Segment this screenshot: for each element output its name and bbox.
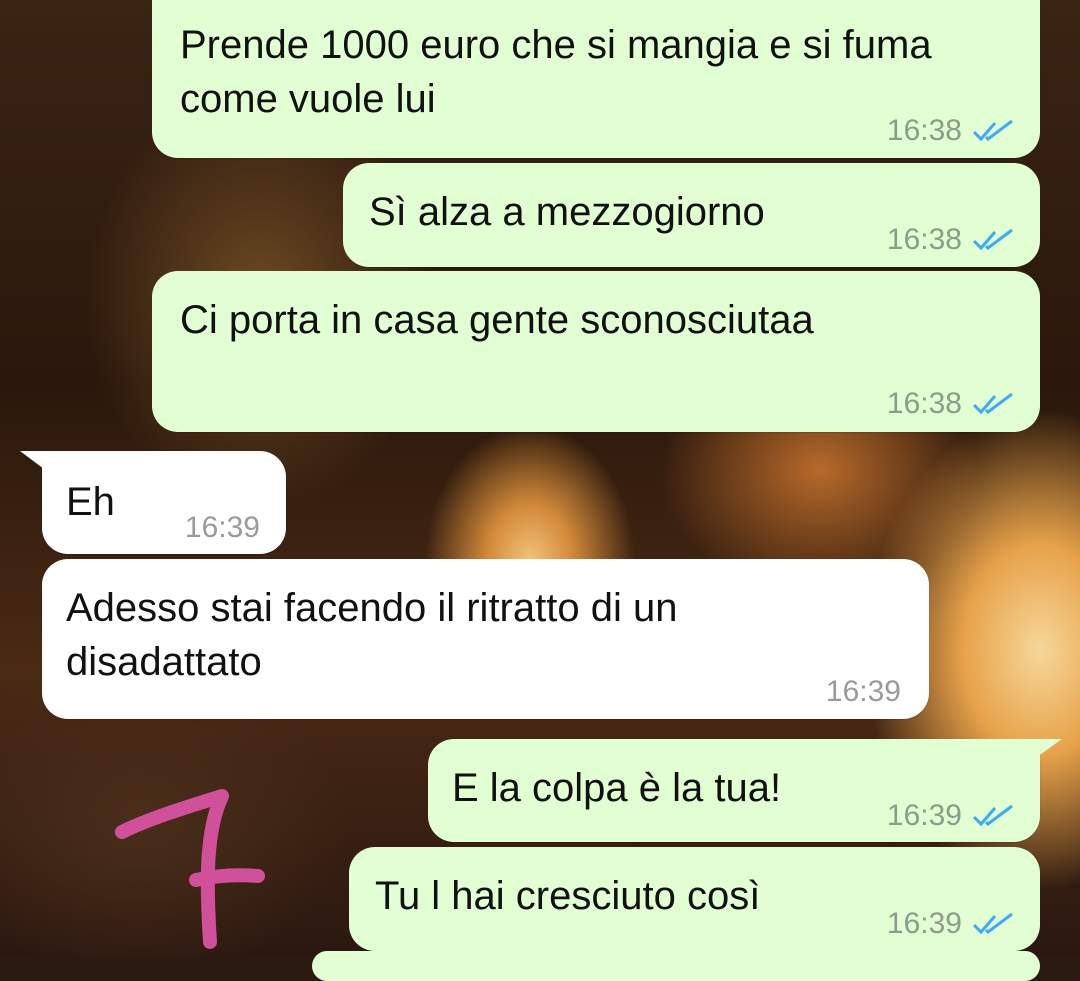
message-bubble-outgoing[interactable]: Sì alza a mezzogiorno 16:38 (343, 163, 1040, 267)
message-meta: 16:39 (185, 501, 260, 555)
double-check-icon (972, 392, 1013, 415)
message-text: Eh (66, 480, 115, 524)
message-text: Prende 1000 euro che si mangia e si fuma… (180, 23, 932, 121)
message-bubble-outgoing-partial (312, 951, 1040, 981)
message-meta: 16:38 (887, 104, 1016, 158)
message-bubble-outgoing[interactable]: Prende 1000 euro che si mangia e si fuma… (152, 0, 1040, 158)
message-bubble-incoming[interactable]: Eh 16:39 (42, 451, 286, 554)
message-time: 16:38 (886, 223, 962, 256)
message-text: Sì alza a mezzogiorno (369, 190, 765, 234)
double-check-icon (972, 119, 1013, 142)
handwritten-annotation-seven (115, 789, 265, 949)
message-bubble-incoming[interactable]: Adesso stai facendo il ritratto di un di… (42, 559, 929, 719)
message-text: Tu l hai cresciuto così (375, 874, 761, 918)
message-meta: 16:39 (887, 897, 1016, 951)
message-text: Adesso stai facendo il ritratto di un di… (66, 586, 678, 684)
message-meta: 16:38 (887, 213, 1016, 267)
message-time: 16:39 (886, 907, 962, 940)
message-meta: 16:39 (826, 665, 901, 719)
message-time: 16:38 (886, 114, 962, 147)
message-bubble-outgoing[interactable]: Tu l hai cresciuto così 16:39 (349, 847, 1040, 951)
message-time: 16:39 (886, 799, 962, 832)
message-meta: 16:38 (887, 377, 1016, 431)
message-time: 16:38 (886, 387, 962, 420)
double-check-icon (972, 912, 1013, 935)
message-bubble-outgoing[interactable]: E la colpa è la tua! 16:39 (428, 739, 1040, 842)
message-meta: 16:39 (887, 789, 1016, 843)
message-time: 16:39 (825, 675, 901, 708)
message-time: 16:39 (184, 511, 260, 544)
double-check-icon (972, 804, 1013, 827)
message-text: E la colpa è la tua! (452, 766, 782, 810)
message-bubble-outgoing[interactable]: Ci porta in casa gente sconosciutaa 16:3… (152, 271, 1040, 432)
message-text: Ci porta in casa gente sconosciutaa (180, 298, 814, 342)
double-check-icon (972, 228, 1013, 251)
